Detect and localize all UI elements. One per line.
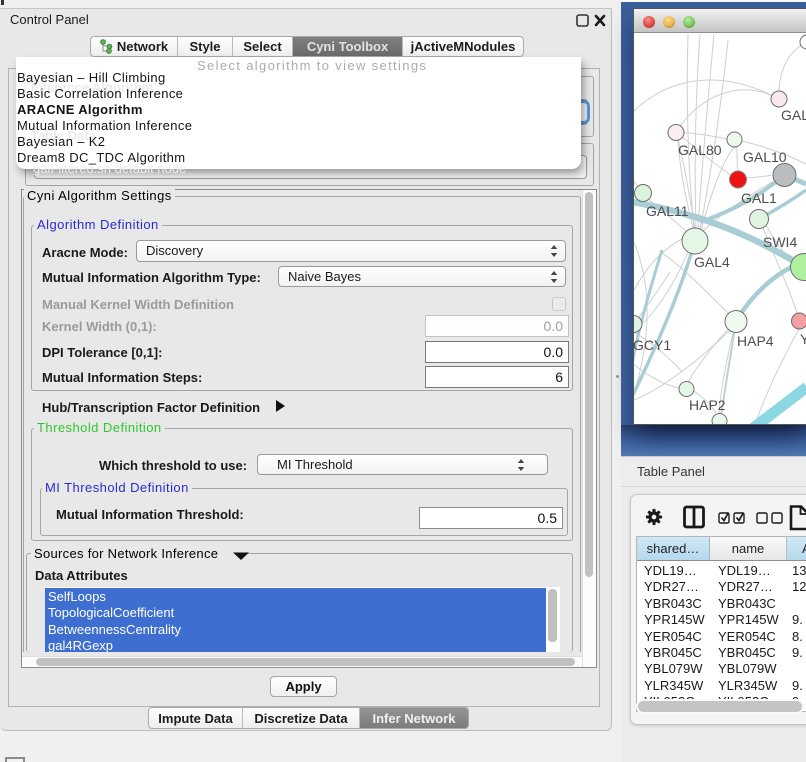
svg-text:GAL10: GAL10 [743,149,787,165]
svg-text:Y: Y [800,331,806,347]
svg-text:GAL: GAL [781,107,806,123]
svg-text:HAP2: HAP2 [689,397,726,413]
svg-text:GAL80: GAL80 [678,142,722,158]
svg-text:GAL4: GAL4 [694,254,730,270]
svg-text:GAL11: GAL11 [646,203,689,219]
svg-text:GAL1: GAL1 [741,190,777,206]
svg-text:HAP4: HAP4 [737,333,774,349]
svg-text:GCY1: GCY1 [634,337,671,353]
svg-text:SWI4: SWI4 [763,234,797,250]
